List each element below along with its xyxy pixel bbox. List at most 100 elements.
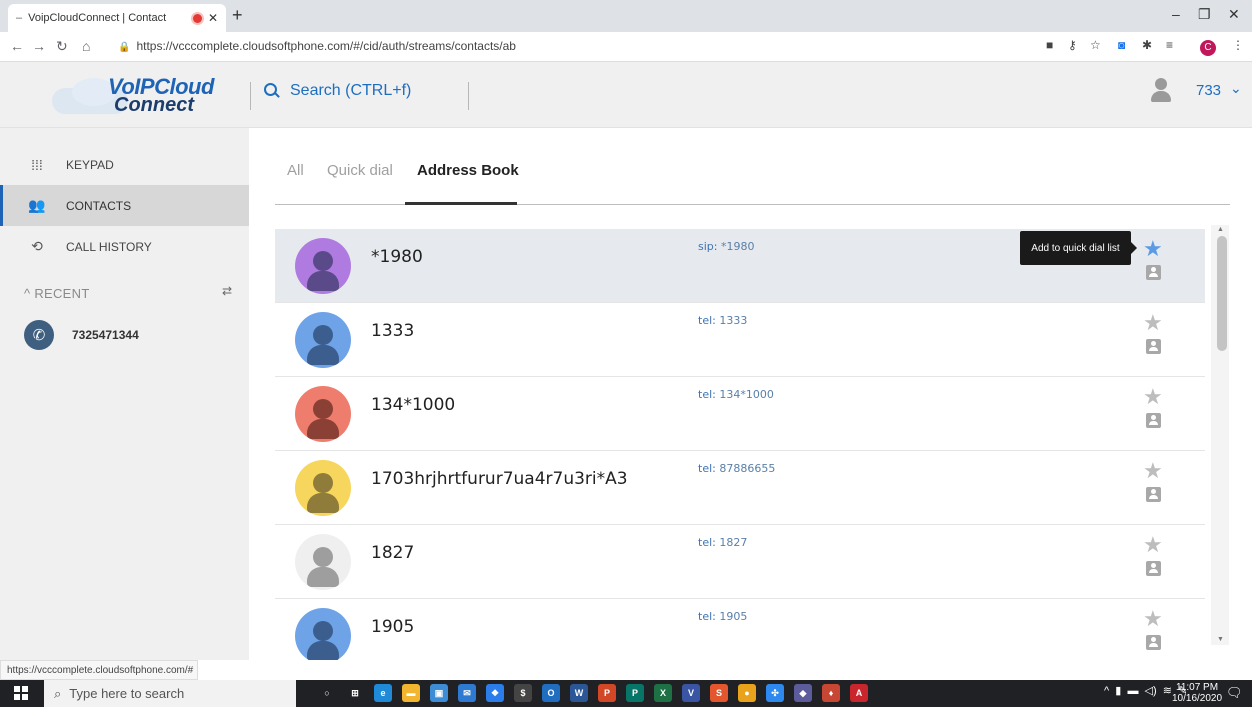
app-icon-4[interactable]: ♦ — [822, 684, 840, 702]
sidebar-item-keypad[interactable]: ⁞⁞⁞ KEYPAD — [0, 144, 249, 185]
search-input[interactable]: Search (CTRL+f) — [264, 82, 411, 100]
contact-row[interactable]: 1905 tel: 1905 ★ — [275, 599, 1205, 660]
quick-dial-star-icon[interactable]: ★ — [1143, 386, 1163, 408]
contact-avatar — [295, 312, 351, 368]
forward-icon[interactable]: → — [32, 38, 46, 54]
reload-icon[interactable]: ↻ — [56, 38, 68, 55]
contact-card-icon[interactable] — [1146, 265, 1161, 280]
slack-icon[interactable]: $ — [514, 684, 532, 702]
scrollbar-thumb[interactable] — [1217, 236, 1227, 351]
contact-card-icon[interactable] — [1146, 487, 1161, 502]
tab-close-icon[interactable]: ✕ — [208, 11, 218, 25]
browser-address-bar: ← → ↻ ⌂ 🔒 https://vcccomplete.cloudsoftph… — [0, 32, 1252, 62]
status-url: https://vcccomplete.cloudsoftphone.com/# — [0, 660, 198, 680]
sidebar-item-contacts[interactable]: 👥 CONTACTS — [0, 185, 249, 226]
tab-address-book[interactable]: Address Book — [417, 162, 519, 179]
sidebar-item-call-history[interactable]: ⟲ CALL HISTORY — [0, 226, 249, 267]
tab-quick-dial[interactable]: Quick dial — [327, 162, 393, 179]
maximize-icon[interactable]: ❐ — [1198, 6, 1211, 23]
contact-address: tel: 1827 — [698, 536, 748, 549]
browser-tab[interactable]: – VoipCloudConnect | Contact ✕ — [8, 4, 226, 32]
chrome-icon[interactable]: ● — [738, 684, 756, 702]
app-icon-2[interactable]: ✣ — [766, 684, 784, 702]
powerpoint-icon[interactable]: P — [598, 684, 616, 702]
recent-header[interactable]: ^ RECENT — [24, 286, 90, 301]
clock-time: 11:07 PM — [1176, 682, 1219, 693]
sidebar: ⁞⁞⁞ KEYPAD 👥 CONTACTS ⟲ CALL HISTORY ^ R… — [0, 128, 249, 660]
excel-icon[interactable]: X — [654, 684, 672, 702]
store-icon[interactable]: ▣ — [430, 684, 448, 702]
search-icon — [264, 83, 280, 99]
recent-call-item[interactable]: ✆ 7325471344 — [24, 318, 244, 352]
visio-icon[interactable]: V — [682, 684, 700, 702]
scroll-up-icon[interactable]: ▲ — [1217, 226, 1224, 233]
contact-row[interactable]: 1703hrjhrtfurur7ua4r7u3ri*A3 tel: 878866… — [275, 451, 1205, 525]
cortana-icon[interactable]: ○ — [318, 684, 336, 702]
quick-dial-star-icon[interactable]: ★ — [1143, 312, 1163, 334]
pdf-icon[interactable]: A — [850, 684, 868, 702]
notification-icon[interactable]: 🗨 — [1226, 685, 1243, 701]
contact-card-icon[interactable] — [1146, 339, 1161, 354]
file-explorer-icon[interactable]: ▬ — [402, 684, 420, 702]
profile-avatar[interactable]: C — [1200, 40, 1216, 56]
contact-card-icon[interactable] — [1146, 635, 1161, 650]
contact-row[interactable]: 1827 tel: 1827 ★ — [275, 525, 1205, 599]
scroll-down-icon[interactable]: ▼ — [1217, 636, 1224, 643]
quick-dial-star-icon[interactable]: ★ — [1143, 608, 1163, 630]
dropbox-icon[interactable]: ❖ — [486, 684, 504, 702]
contact-row[interactable]: 1333 tel: 1333 ★ — [275, 303, 1205, 377]
quick-dial-star-icon[interactable]: ★ — [1143, 238, 1163, 260]
home-icon[interactable]: ⌂ — [82, 38, 90, 54]
phone-icon: ✆ — [24, 320, 54, 350]
puzzle-icon[interactable]: ✱ — [1142, 38, 1152, 52]
recording-icon — [192, 13, 202, 23]
taskbar-search-input[interactable]: ⌕ Type here to search — [44, 680, 296, 707]
key-icon[interactable]: ⚷ — [1068, 38, 1077, 52]
new-tab-button[interactable]: + — [232, 5, 243, 26]
contact-avatar — [295, 238, 351, 294]
contact-address: tel: 1333 — [698, 314, 748, 327]
mail-icon[interactable]: ✉ — [458, 684, 476, 702]
minimize-icon[interactable]: – — [1172, 6, 1180, 22]
edge-icon[interactable]: e — [374, 684, 392, 702]
app-icon-1[interactable]: S — [710, 684, 728, 702]
url-field[interactable]: 🔒 https://vcccomplete.cloudsoftphone.com/… — [118, 39, 516, 53]
tab-title: VoipCloudConnect | Contact — [28, 12, 167, 24]
task-view-icon[interactable]: ⊞ — [346, 684, 364, 702]
tab-favicon-icon: – — [16, 12, 23, 24]
contact-address: sip: *1980 — [698, 240, 755, 253]
contact-card-icon[interactable] — [1146, 413, 1161, 428]
camera-icon[interactable]: ■ — [1046, 38, 1053, 52]
taskbar-clock[interactable]: 11:07 PM 10/16/2020 — [1172, 682, 1222, 704]
contact-avatar — [295, 608, 351, 660]
app-logo: VoIPCloud Connect — [52, 72, 222, 116]
sidebar-item-label: CONTACTS — [66, 198, 132, 213]
swap-icon[interactable]: ⇄ — [222, 284, 232, 298]
user-avatar-icon[interactable] — [1150, 78, 1172, 104]
menu-dots-icon[interactable]: ⋮ — [1232, 38, 1244, 52]
contact-name: 1333 — [371, 321, 415, 341]
contact-row[interactable]: 134*1000 tel: 134*1000 ★ — [275, 377, 1205, 451]
outlook-icon[interactable]: O — [542, 684, 560, 702]
tab-all[interactable]: All — [287, 162, 304, 179]
app-icon-3[interactable]: ◆ — [794, 684, 812, 702]
contact-card-icon[interactable] — [1146, 561, 1161, 576]
sidebar-item-label: KEYPAD — [66, 157, 114, 172]
extension-icon[interactable]: ◙ — [1118, 38, 1125, 52]
word-icon[interactable]: W — [570, 684, 588, 702]
quick-dial-star-icon[interactable]: ★ — [1143, 460, 1163, 482]
lock-icon: 🔒 — [118, 42, 131, 53]
bookmark-star-icon[interactable]: ☆ — [1090, 38, 1101, 52]
back-icon[interactable]: ← — [10, 38, 24, 54]
contact-address: tel: 87886655 — [698, 462, 776, 475]
windows-start-icon[interactable] — [14, 686, 28, 700]
contact-name: 1905 — [371, 617, 415, 637]
chevron-down-icon[interactable]: ⌄ — [1230, 80, 1242, 97]
quick-dial-star-icon[interactable]: ★ — [1143, 534, 1163, 556]
quick-dial-tooltip: Add to quick dial list — [1020, 231, 1137, 265]
url-text: https://vcccomplete.cloudsoftphone.com/#… — [136, 39, 516, 53]
user-extension[interactable]: 733 — [1196, 82, 1221, 99]
close-window-icon[interactable]: ✕ — [1228, 6, 1240, 23]
project-icon[interactable]: P — [626, 684, 644, 702]
reading-list-icon[interactable]: ≡ — [1166, 38, 1173, 52]
